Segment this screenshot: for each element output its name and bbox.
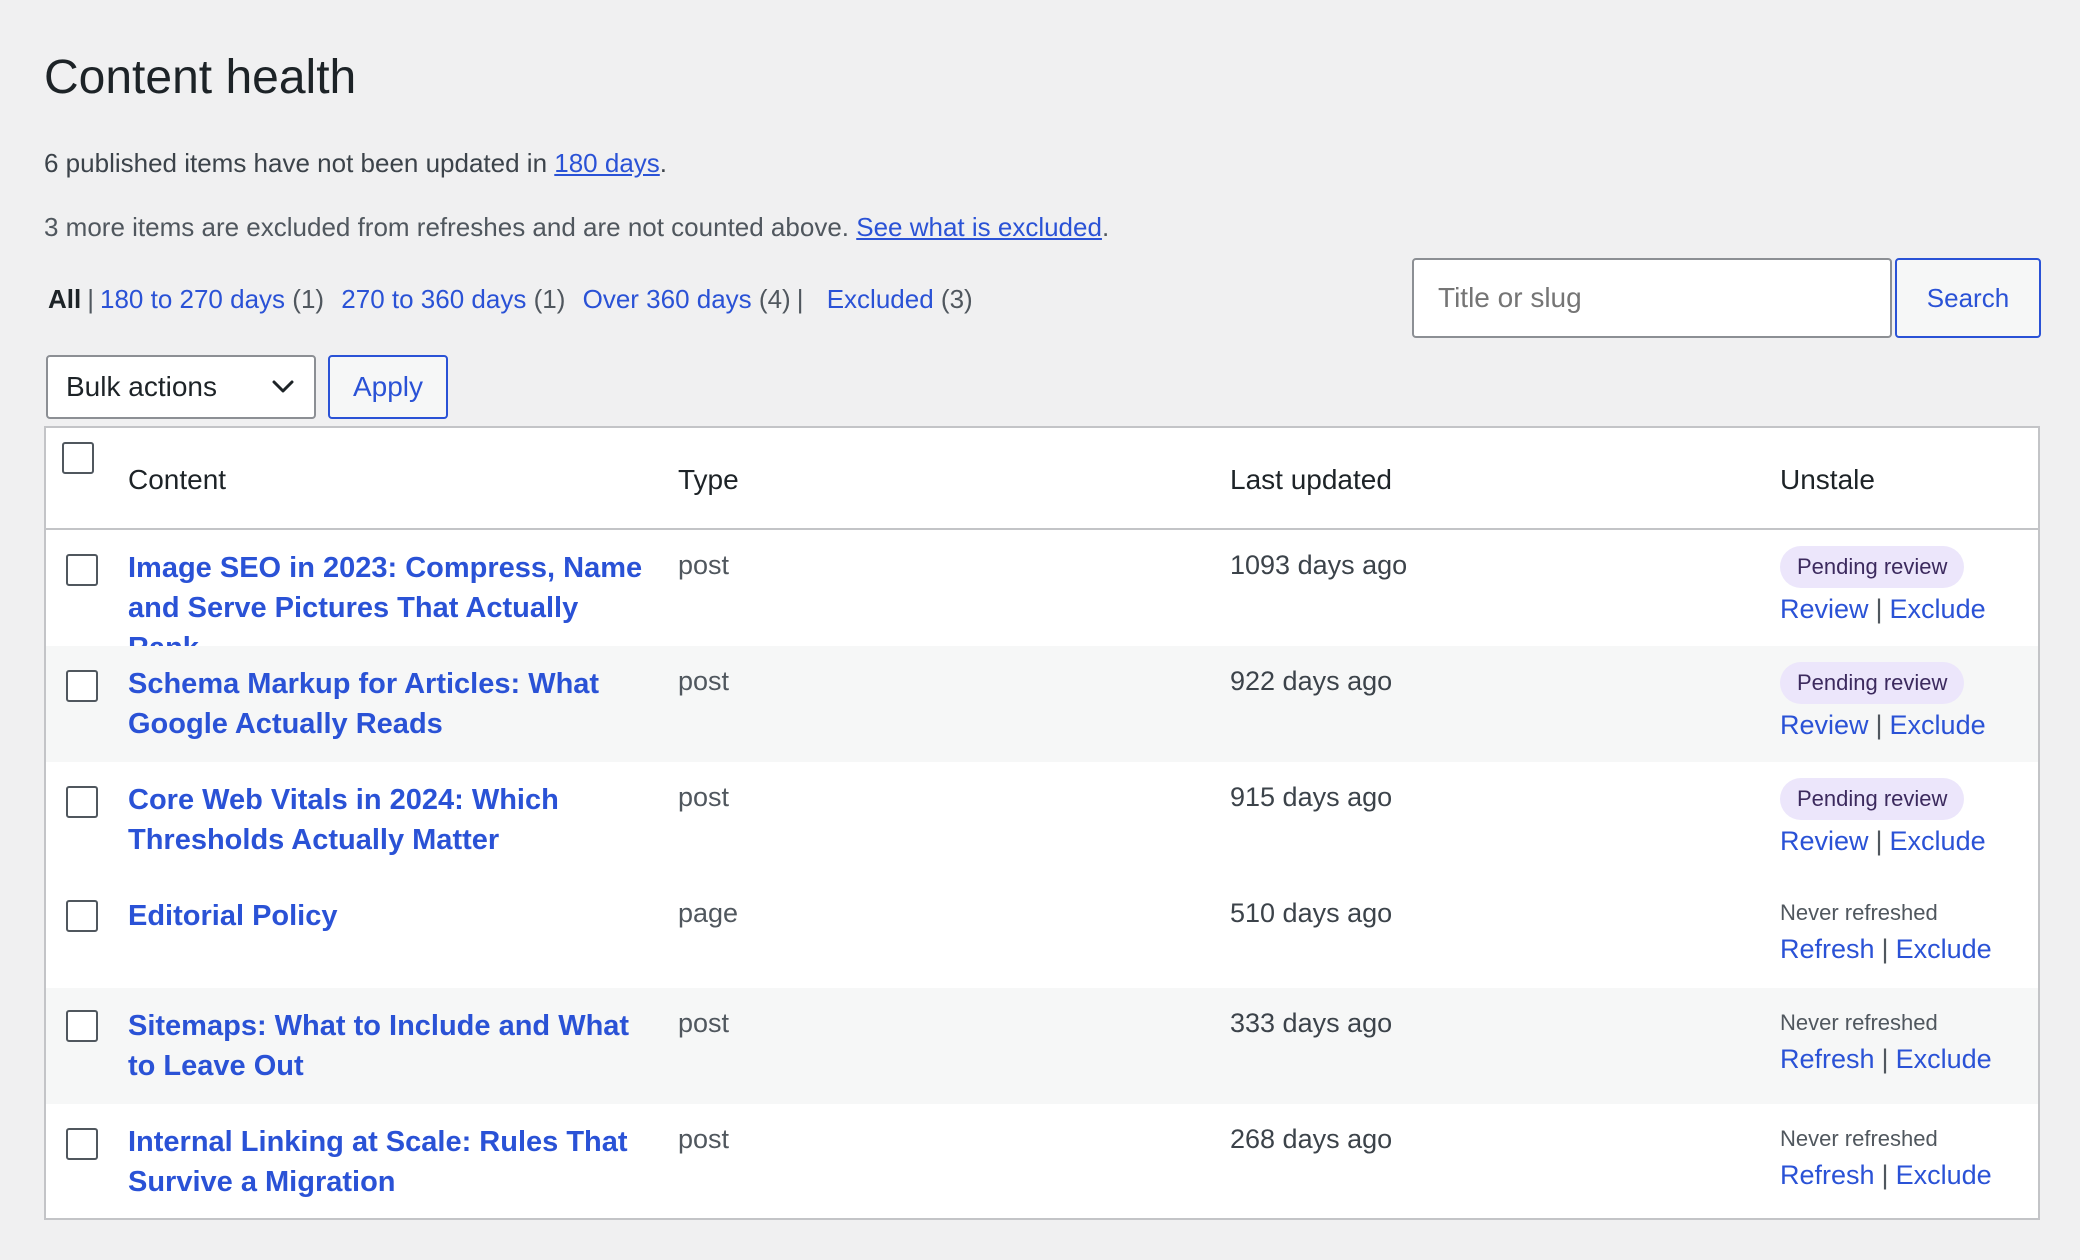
excluded-summary-text: 3 more items are excluded from refreshes… [44,212,857,242]
bulk-actions-select[interactable]: Bulk actions [46,355,316,419]
apply-button[interactable]: Apply [328,355,448,419]
filter-count: (1) [533,284,566,314]
content-title-link[interactable]: Editorial Policy [128,896,648,936]
row-checkbox[interactable] [66,554,98,586]
row-actions: Review | Exclude [1780,710,1986,741]
last-updated: 922 days ago [1230,666,1393,696]
exclude-link[interactable]: Exclude [1890,826,1986,856]
row-actions: Refresh | Exclude [1780,1160,1992,1191]
threshold-days-link[interactable]: 180 days [554,148,660,178]
exclude-link[interactable]: Exclude [1896,1160,1992,1190]
table-row: Image SEO in 2023: Compress, Name and Se… [46,530,2038,664]
refresh-link[interactable]: Refresh [1780,1160,1875,1190]
column-header-unstale: Unstale [1780,464,1875,495]
table-row: Internal Linking at Scale: Rules That Su… [46,1104,2038,1218]
review-link[interactable]: Review [1780,826,1869,856]
refresh-link[interactable]: Refresh [1780,1044,1875,1074]
status-text: Never refreshed [1780,900,1938,925]
content-title-link[interactable]: Sitemaps: What to Include and What to Le… [128,1006,648,1086]
exclude-link[interactable]: Exclude [1890,710,1986,740]
column-header-last-updated[interactable]: Last updated [1230,464,1392,496]
filter-270-360[interactable]: 270 to 360 days [341,284,526,314]
stale-summary-period: . [659,148,668,178]
content-type: post [678,550,730,580]
row-checkbox[interactable] [66,1010,98,1042]
filter-count: (3) [940,284,973,314]
status-badge: Pending review [1780,662,1965,704]
exclude-link[interactable]: Exclude [1896,934,1992,964]
row-checkbox[interactable] [66,1128,98,1160]
search-input[interactable] [1412,258,1892,338]
content-table: Content Type Last updated Unstale Image … [44,426,2040,1220]
last-updated: 915 days ago [1230,782,1393,812]
action-separator: | [1881,934,1889,964]
row-actions: Refresh | Exclude [1780,1044,1992,1075]
action-separator: | [1881,1044,1889,1074]
status-badge: Pending review [1780,546,1965,588]
row-actions: Review | Exclude [1780,826,1986,857]
content-type: post [678,782,730,812]
excluded-summary-period: . [1101,212,1110,242]
last-updated: 1093 days ago [1230,550,1408,580]
action-separator: | [1875,710,1883,740]
last-updated: 510 days ago [1230,898,1393,928]
filter-separator: | [796,284,804,314]
table-row: Core Web Vitals in 2024: Which Threshold… [46,762,2038,878]
content-health-screen: Content health 6 published items have no… [0,0,2080,1260]
last-updated: 268 days ago [1230,1124,1393,1154]
status-badge: Pending review [1780,778,1965,820]
filter-views: All | 180 to 270 days (1) 270 to 360 days … [48,284,973,315]
table-row: Sitemaps: What to Include and What to Le… [46,988,2038,1104]
content-type: post [678,1124,730,1154]
status-text: Never refreshed [1780,1126,1938,1151]
bulk-actions-value: Bulk actions [66,371,217,402]
row-actions: Refresh | Exclude [1780,934,1992,965]
status-text: Never refreshed [1780,1010,1938,1035]
last-updated: 333 days ago [1230,1008,1393,1038]
content-title-link[interactable]: Schema Markup for Articles: What Google … [128,664,648,744]
content-type: page [678,898,739,928]
filter-separator: | [87,284,94,314]
exclude-link[interactable]: Exclude [1890,594,1986,624]
action-separator: | [1875,826,1883,856]
content-title-link[interactable]: Core Web Vitals in 2024: Which Threshold… [128,780,648,860]
stale-summary: 6 published items have not been updated … [44,148,667,179]
row-checkbox[interactable] [66,670,98,702]
refresh-link[interactable]: Refresh [1780,934,1875,964]
excluded-summary: 3 more items are excluded from refreshes… [44,212,1109,243]
filter-excluded[interactable]: Excluded [827,284,934,314]
filter-count: (1) [292,284,325,314]
content-type: post [678,666,730,696]
stale-summary-text: 6 published items have not been updated … [44,148,555,178]
review-link[interactable]: Review [1780,594,1869,624]
chevron-down-icon [272,380,294,393]
see-excluded-link[interactable]: See what is excluded [856,212,1102,242]
column-header-content[interactable]: Content [128,464,226,496]
content-type: post [678,1008,730,1038]
row-checkbox[interactable] [66,786,98,818]
row-checkbox[interactable] [66,900,98,932]
action-separator: | [1881,1160,1889,1190]
filter-count: (4) [758,284,791,314]
exclude-link[interactable]: Exclude [1896,1044,1992,1074]
review-link[interactable]: Review [1780,710,1869,740]
content-title-link[interactable]: Internal Linking at Scale: Rules That Su… [128,1122,648,1202]
filter-180-270[interactable]: 180 to 270 days [100,284,285,314]
table-row: Editorial Policy page 510 days ago Never… [46,878,2038,988]
filter-over-360[interactable]: Over 360 days [583,284,752,314]
page-title: Content health [44,51,357,104]
action-separator: | [1875,594,1883,624]
column-header-type[interactable]: Type [678,464,739,496]
row-actions: Review | Exclude [1780,594,1986,625]
table-row: Schema Markup for Articles: What Google … [46,646,2038,762]
table-header: Content Type Last updated Unstale [46,428,2038,530]
filter-all[interactable]: All [48,284,81,314]
select-all-checkbox[interactable] [62,442,94,474]
search-button[interactable]: Search [1895,258,2041,338]
